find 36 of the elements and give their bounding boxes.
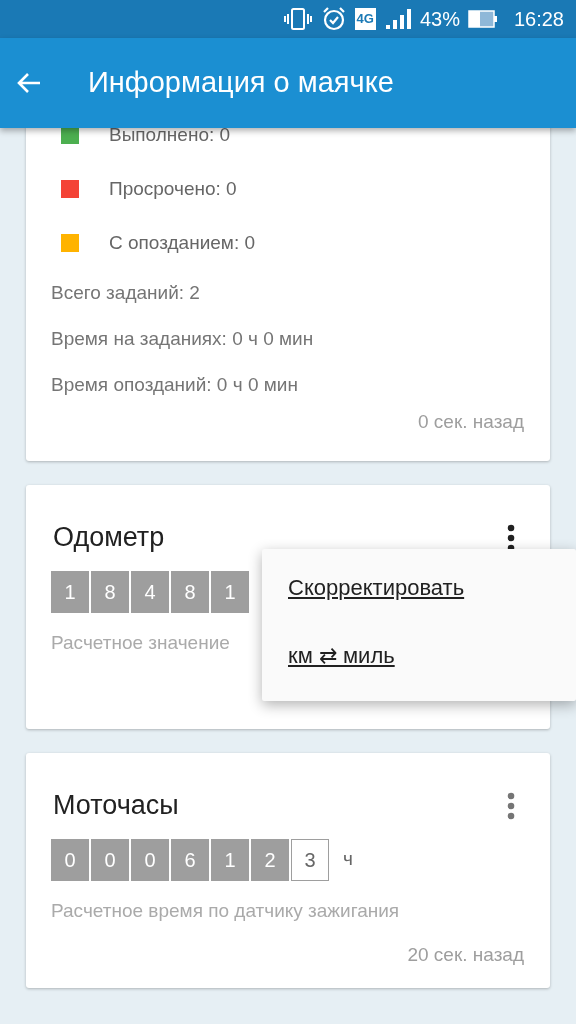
digit-cell: 1 [51, 570, 89, 613]
digit-cell: 1 [211, 838, 249, 881]
stat-text: Время опозданий: 0 ч 0 мин [50, 374, 298, 395]
digit-cell: 8 [91, 570, 129, 613]
vibrate-icon [282, 7, 313, 31]
more-icon[interactable] [506, 523, 516, 552]
legend-label: Выполнено: 0 [109, 128, 231, 147]
legend-label: С опозданием: 0 [109, 230, 256, 255]
back-arrow-icon[interactable] [16, 71, 42, 95]
digit-cell: 4 [131, 570, 169, 613]
stat-text: Всего заданий: 2 [50, 282, 200, 303]
digit-cell: 2 [251, 838, 289, 881]
digit-cell: 0 [51, 838, 89, 881]
network-badge: 4G [354, 8, 376, 30]
unit-label: ч [343, 847, 353, 872]
digit-cell: 0 [131, 838, 169, 881]
menu-item[interactable]: км ⇄ миль [262, 624, 576, 693]
legend-label: Просрочено: 0 [109, 176, 237, 201]
digit-cell: 8 [171, 570, 209, 613]
updated-time: 20 сек. назад [407, 944, 524, 965]
digit-cell: 6 [171, 838, 209, 881]
caption-text: Расчетное значение [51, 631, 230, 653]
card-title: Одометр [53, 521, 165, 555]
card-title: Моточасы [53, 789, 179, 823]
battery-percent: 43% [419, 7, 460, 32]
caption-text: Расчетное время по датчику зажигания [51, 899, 400, 921]
clock: 16:28 [513, 7, 564, 32]
digit-cell: 3 [291, 838, 329, 881]
signal-icon [383, 7, 412, 31]
updated-time: 0 сек. назад [418, 411, 524, 432]
digit-cell: 1 [211, 570, 249, 613]
stat-text: Время на заданиях: 0 ч 0 мин [50, 328, 314, 349]
menu-item[interactable]: Скорректировать [262, 556, 576, 625]
screen-title: Информация о маячке [88, 65, 394, 101]
battery-icon [467, 9, 498, 29]
digit-cell: 0 [91, 838, 129, 881]
